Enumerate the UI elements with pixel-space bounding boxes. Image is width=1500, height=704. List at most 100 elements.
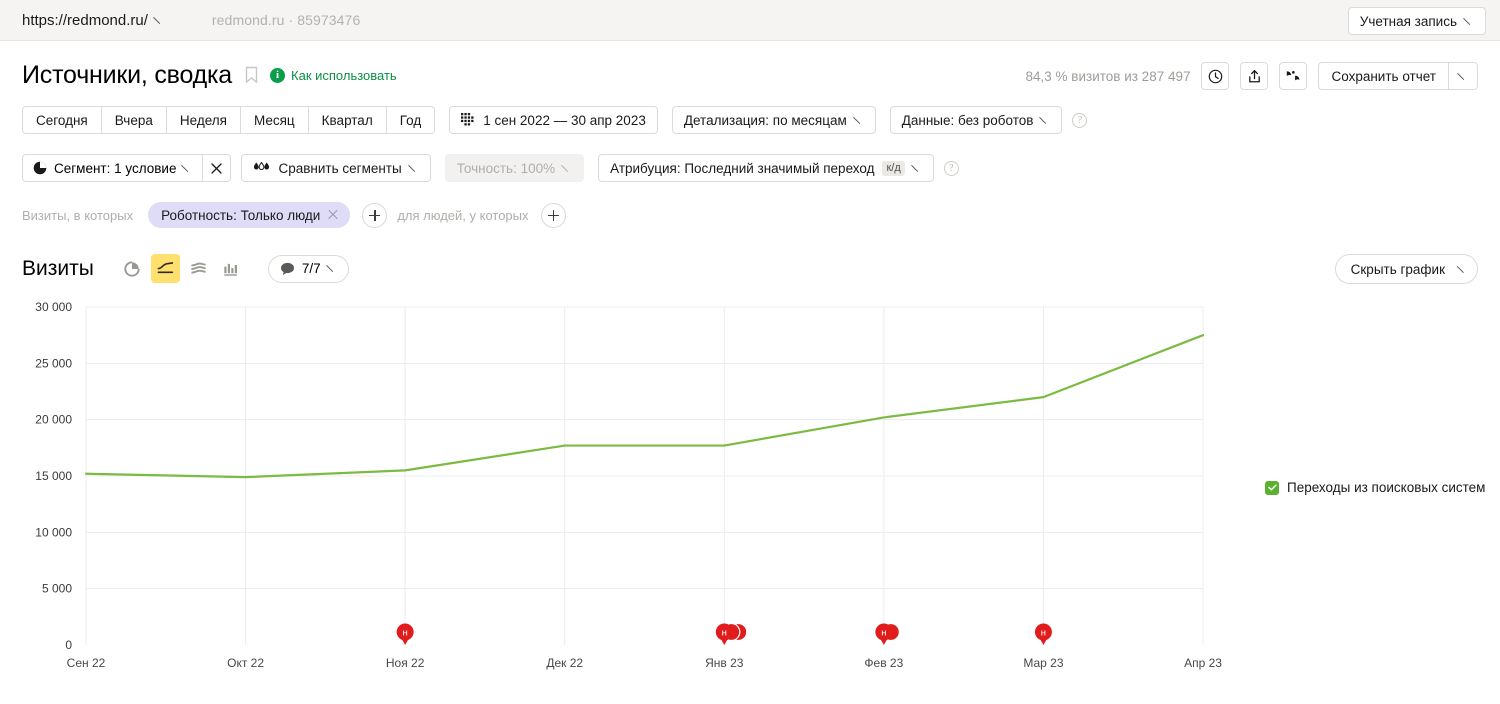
chevron-down-icon <box>1039 110 1053 124</box>
compare-segments-label: Сравнить сегменты <box>278 160 402 176</box>
chevron-down-icon <box>1456 66 1470 80</box>
svg-text:30 000: 30 000 <box>35 301 72 314</box>
help-icon[interactable]: ? <box>1072 112 1088 128</box>
goals-label: 7/7 <box>301 261 321 276</box>
svg-text:н: н <box>1041 628 1046 639</box>
svg-text:Фев 23: Фев 23 <box>864 656 903 670</box>
filter-prefix-label: Визиты, в которых <box>22 207 134 223</box>
account-button[interactable]: Учетная запись <box>1347 7 1486 35</box>
site-counter-meta: redmond.ru · 85973476 <box>211 12 361 28</box>
period-today-button[interactable]: Сегодня <box>22 106 102 134</box>
clock-icon[interactable] <box>1201 62 1230 90</box>
date-range-label: 1 сен 2022 — 30 апр 2023 <box>483 112 646 128</box>
period-yesterday-button[interactable]: Вчера <box>101 106 167 134</box>
svg-text:н: н <box>403 628 408 639</box>
line-chart-view-icon[interactable] <box>150 254 180 283</box>
filter-chips-row: Визиты, в которых Роботность: Только люд… <box>0 202 1500 228</box>
filter-middle-label: для людей, у которых <box>397 207 529 223</box>
save-report-group: Сохранить отчет <box>1318 62 1478 90</box>
attribution-dropdown[interactable]: Атрибуция: Последний значимый переход к/… <box>598 154 934 182</box>
chart-view-switcher <box>118 254 246 283</box>
chevron-down-icon <box>325 259 339 273</box>
detail-level-dropdown[interactable]: Детализация: по месяцам <box>671 106 876 134</box>
chart-legend[interactable]: Переходы из поисковых систем <box>1265 480 1485 495</box>
period-year-button[interactable]: Год <box>386 106 436 134</box>
svg-text:Сен 22: Сен 22 <box>67 656 106 670</box>
attribution-label: Атрибуция: Последний значимый переход <box>610 160 875 176</box>
svg-text:н: н <box>722 628 727 639</box>
hide-chart-label: Скрыть график <box>1350 261 1445 277</box>
segment-label: Сегмент: 1 условие <box>54 160 177 176</box>
attribution-badge: к/д <box>882 160 905 176</box>
add-visit-filter-button[interactable] <box>362 202 388 228</box>
how-to-use-link[interactable]: i Как использовать <box>270 67 397 83</box>
add-people-filter-button[interactable] <box>540 202 566 228</box>
header-actions: 84,3 % визитов из 287 497 Сохранить отче… <box>1026 62 1478 90</box>
site-url-label: https://redmond.ru/ <box>22 11 148 29</box>
period-week-button[interactable]: Неделя <box>166 106 241 134</box>
svg-text:Янв 23: Янв 23 <box>705 656 744 670</box>
visits-line-chart[interactable]: 0 5 000 10 000 15 000 20 000 25 000 30 000 Сен … <box>0 301 1500 691</box>
date-range-picker[interactable]: 1 сен 2022 — 30 апр 2023 <box>449 106 658 134</box>
svg-text:0: 0 <box>65 638 72 652</box>
chart-area: 0 5 000 10 000 15 000 20 000 25 000 30 000 Сен … <box>0 301 1500 691</box>
how-to-use-label: Как использовать <box>291 67 397 83</box>
detail-level-label: Детализация: по месяцам <box>683 112 847 128</box>
chevron-down-icon <box>153 10 166 24</box>
speech-bubble-icon <box>280 262 294 275</box>
svg-text:10 000: 10 000 <box>35 525 72 539</box>
bookmark-icon[interactable] <box>245 66 258 84</box>
legend-series-label: Переходы из поисковых систем <box>1287 480 1486 495</box>
accuracy-dropdown[interactable]: Точность: 100% <box>444 154 585 182</box>
compare-segments-dropdown[interactable]: Сравнить сегменты <box>241 154 431 182</box>
share-icon[interactable] <box>1240 62 1269 90</box>
segment-clear-button[interactable] <box>202 154 232 182</box>
chart-metric-title: Визиты <box>22 256 94 280</box>
svg-text:Дек 22: Дек 22 <box>546 656 583 670</box>
period-preset-group: Сегодня Вчера Неделя Месяц Квартал Год <box>22 106 436 134</box>
legend-checkbox[interactable] <box>1265 480 1279 495</box>
chart-toolbar: Визиты 7/7 Скрыть график <box>0 254 1500 284</box>
chevron-down-icon <box>1463 11 1476 25</box>
data-robots-dropdown[interactable]: Данные: без роботов <box>889 106 1063 134</box>
pie-segment-icon <box>33 161 47 175</box>
account-button-label: Учетная запись <box>1359 13 1457 29</box>
chevron-down-icon <box>910 158 924 172</box>
segment-controls-row: Сегмент: 1 условие Сравнить сегменты Точ… <box>0 154 1500 182</box>
chevron-down-icon <box>407 158 421 172</box>
svg-text:Окт 22: Окт 22 <box>227 656 264 670</box>
svg-text:н: н <box>881 628 886 639</box>
help-icon[interactable]: ? <box>943 160 959 176</box>
page-title: Источники, сводка <box>22 60 233 89</box>
svg-text:Мар 23: Мар 23 <box>1023 656 1063 670</box>
segment-combo: Сегмент: 1 условие <box>22 154 232 182</box>
bar-chart-view-icon[interactable] <box>217 254 246 283</box>
svg-text:15 000: 15 000 <box>35 469 72 483</box>
compare-icon[interactable] <box>1279 62 1308 90</box>
pie-chart-view-icon[interactable] <box>118 254 147 283</box>
svg-text:Апр 23: Апр 23 <box>1184 656 1222 670</box>
svg-text:5 000: 5 000 <box>42 582 72 596</box>
svg-text:Ноя 22: Ноя 22 <box>386 656 425 670</box>
site-url-selector[interactable]: https://redmond.ru/ <box>22 10 166 29</box>
filter-chip-robotness[interactable]: Роботность: Только люди <box>148 202 351 228</box>
hide-chart-button[interactable]: Скрыть график <box>1334 254 1478 284</box>
calendar-grid-icon <box>461 113 474 126</box>
segment-dropdown[interactable]: Сегмент: 1 условие <box>22 154 203 182</box>
data-robots-label: Данные: без роботов <box>901 112 1034 128</box>
droplets-icon <box>254 161 270 171</box>
save-report-dropdown-button[interactable] <box>1448 62 1478 90</box>
filter-chip-label: Роботность: Только люди <box>161 207 321 223</box>
period-quarter-button[interactable]: Квартал <box>308 106 387 134</box>
close-icon[interactable] <box>327 209 339 221</box>
chevron-down-icon <box>852 110 866 124</box>
period-month-button[interactable]: Месяц <box>240 106 309 134</box>
svg-text:20 000: 20 000 <box>35 413 72 427</box>
area-chart-view-icon[interactable] <box>184 254 213 283</box>
svg-text:25 000: 25 000 <box>35 356 72 370</box>
save-report-button[interactable]: Сохранить отчет <box>1318 62 1448 90</box>
chevron-down-icon <box>561 158 574 172</box>
goals-selector[interactable]: 7/7 <box>267 254 349 283</box>
visits-stat-label: 84,3 % визитов из 287 497 <box>1025 68 1191 84</box>
accuracy-label: Точность: 100% <box>456 160 556 176</box>
